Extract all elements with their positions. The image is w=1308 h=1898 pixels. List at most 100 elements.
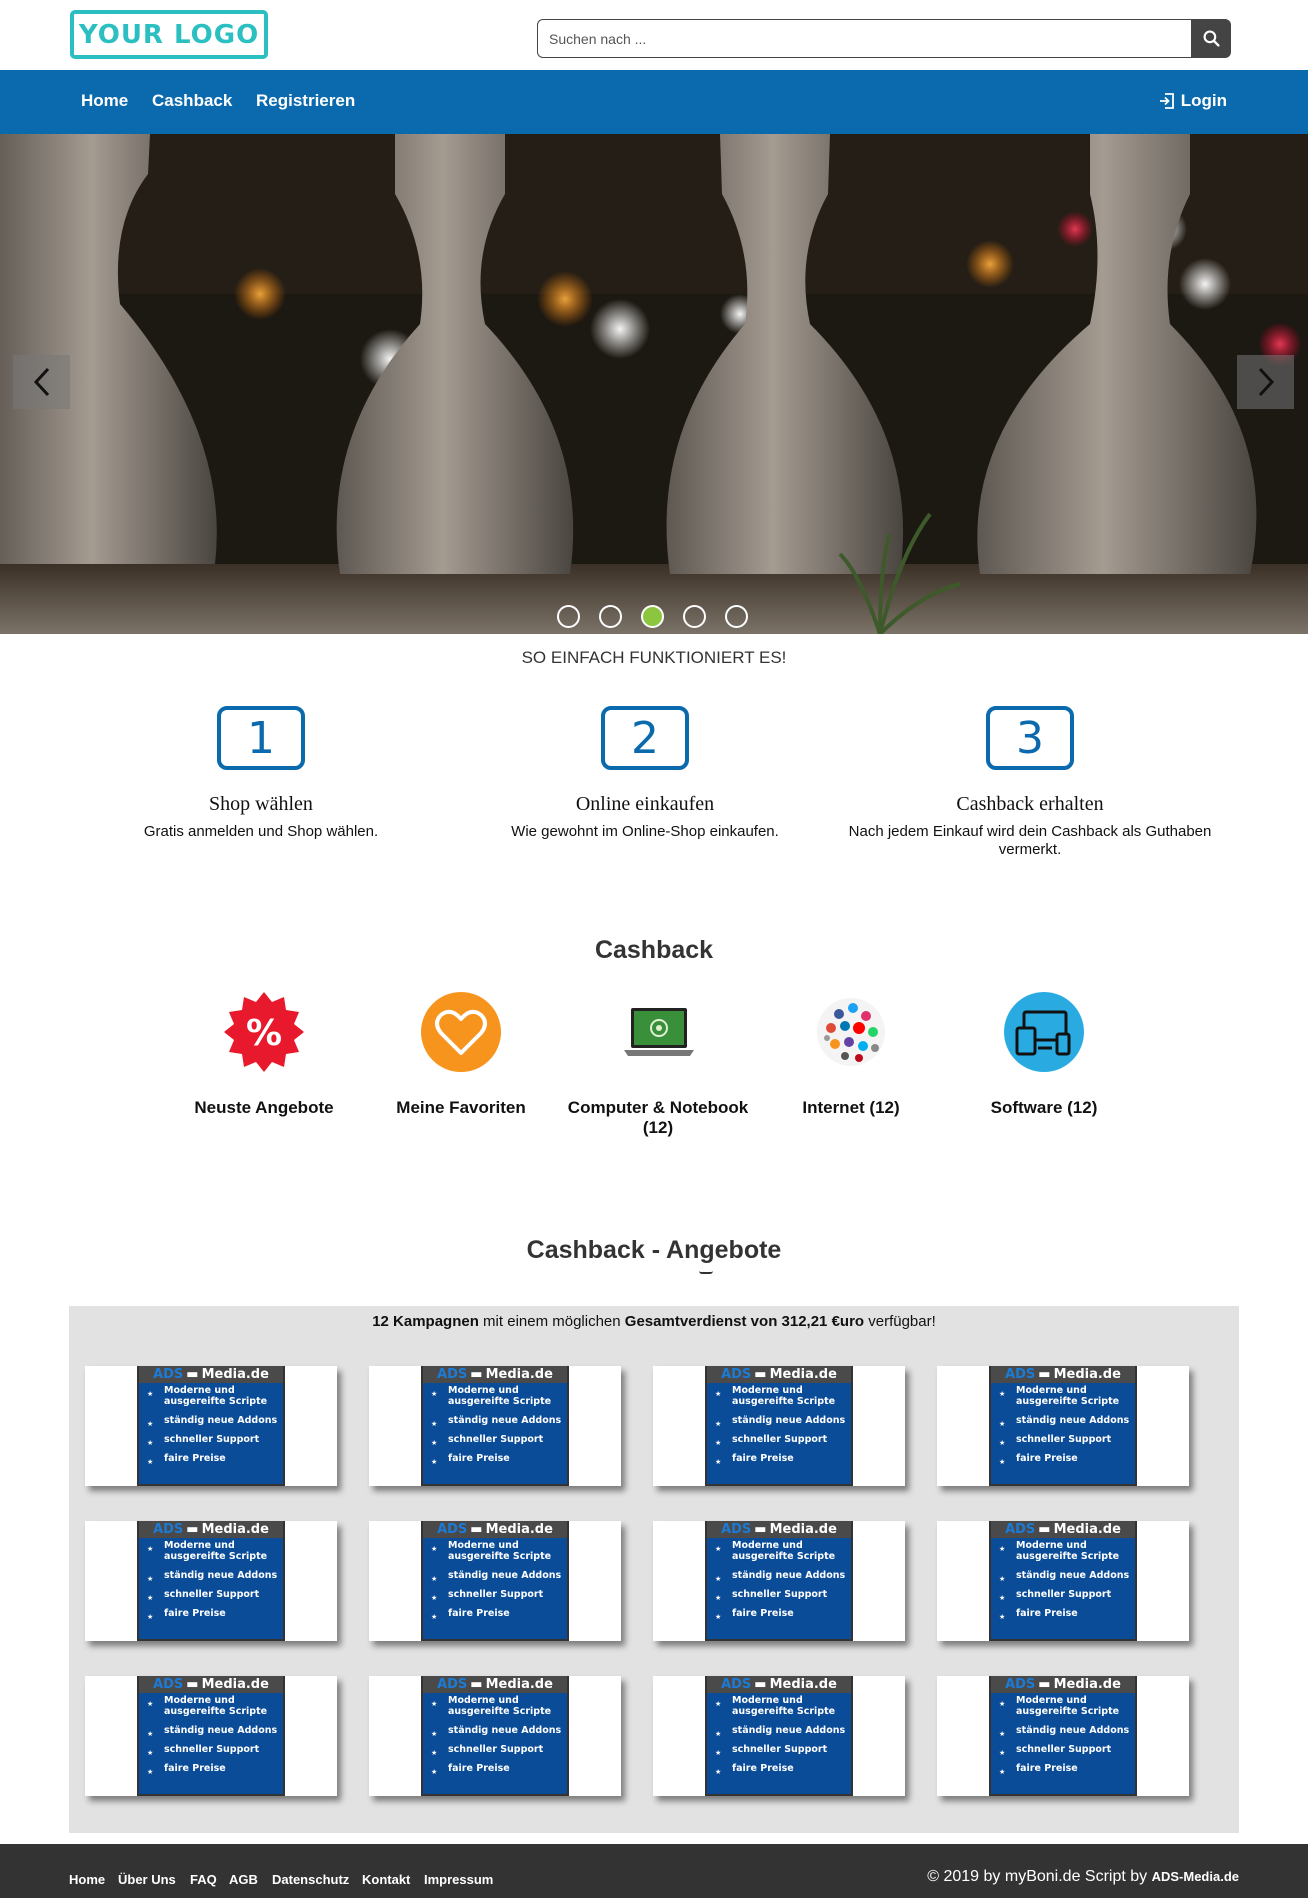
login-icon [1159, 93, 1174, 109]
brand-ads: ADS [721, 1522, 752, 1537]
offer-bullet: schneller Support [712, 1744, 851, 1759]
brand-separator: ▬ [754, 1522, 767, 1537]
brand-rest: Media.de [485, 1677, 553, 1692]
brand-separator: ▬ [1038, 1367, 1051, 1382]
slider-dot-2[interactable] [599, 605, 622, 628]
chevron-left-icon [33, 367, 49, 397]
offer-bullet: schneller Support [144, 1589, 283, 1604]
nav-registrieren[interactable]: Registrieren [256, 70, 355, 132]
slider-dot-4[interactable] [683, 605, 706, 628]
offer-card[interactable]: ADS▬Media.deModerne und ausgereifte Scri… [653, 1521, 905, 1641]
slider-dot-1[interactable] [557, 605, 580, 628]
offer-bullet: schneller Support [712, 1589, 851, 1604]
social-cloud-icon [817, 998, 885, 1066]
offer-card[interactable]: ADS▬Media.deModerne und ausgereifte Scri… [937, 1366, 1189, 1486]
offer-card[interactable]: ADS▬Media.de Moderne und ausgereifte Scri… [653, 1366, 905, 1486]
offer-bullets: Moderne und ausgereifte Scripte ständig n… [707, 1538, 851, 1623]
offer-bullet: faire Preise [712, 1763, 851, 1778]
slider-dot-3[interactable] [641, 605, 664, 628]
search-input[interactable] [537, 19, 1191, 58]
category-internet[interactable]: Internet (12) [751, 990, 951, 1118]
category-neuste-angebote[interactable]: % Neuste Angebote [164, 990, 364, 1118]
offer-banner-brand: ADS ▬ Media.de [991, 1676, 1135, 1693]
footer-link-ueber-uns[interactable]: Über Uns [118, 1872, 176, 1887]
offer-banner-brand: ADS ▬ Media.de [707, 1366, 851, 1383]
offer-banner: ADS▬Media.de Moderne und ausgereifte Scri… [705, 1366, 853, 1486]
laptop-icon [624, 1008, 694, 1056]
footer-link-datenschutz[interactable]: Datenschutz [272, 1872, 349, 1887]
brand-rest: Media.de [201, 1367, 269, 1382]
slider-prev-button[interactable] [13, 355, 70, 409]
offer-bullet: Moderne und ausgereifte Scripte [712, 1385, 851, 1407]
offer-banner-brand: ADS ▬ Media.de [423, 1676, 567, 1693]
footer-link-home[interactable]: Home [69, 1872, 105, 1887]
offers-summary: 12 Kampagnen mit einem möglichen Gesamtv… [69, 1313, 1239, 1330]
step-1: 1 Shop wählen Gratis anmelden und Shop w… [71, 706, 451, 841]
search-button[interactable] [1191, 19, 1231, 58]
category-label: Neuste Angebote [194, 1098, 334, 1117]
offer-card[interactable]: ADS▬Media.deModerne und ausgereifte Scri… [85, 1676, 337, 1796]
offer-banner-brand: ADS ▬ Media.de [139, 1521, 283, 1538]
brand-separator: ▬ [754, 1677, 767, 1692]
brand-separator: ▬ [470, 1677, 483, 1692]
summary-text: mit einem möglichen [478, 1313, 625, 1330]
footer-link-impressum[interactable]: Impressum [424, 1872, 493, 1887]
site-logo[interactable]: YOUR LOGO [70, 10, 268, 59]
slider-dot-5[interactable] [725, 605, 748, 628]
offer-banner: ADS▬Media.deModerne und ausgereifte Scri… [989, 1521, 1137, 1641]
offer-card[interactable]: ADS▬Media.deModerne und ausgereifte Scri… [653, 1676, 905, 1796]
nav-home[interactable]: Home [81, 70, 128, 132]
offer-banner: ADS▬Media.deModerne und ausgereifte Scri… [137, 1676, 285, 1796]
offer-bullet: ständig neue Addons [996, 1415, 1135, 1430]
offer-bullet: ständig neue Addons [428, 1570, 567, 1585]
offer-bullet: schneller Support [712, 1434, 851, 1449]
offer-banner-brand: ADS ▬ Media.de [139, 1366, 283, 1383]
footer-link-faq[interactable]: FAQ [190, 1872, 217, 1887]
offer-banner: ADS▬Media.deModerne und ausgereifte Scri… [705, 1676, 853, 1796]
offer-banner: ADS▬Media.deModerne und ausgereifte Scri… [705, 1521, 853, 1641]
offer-bullet: faire Preise [428, 1763, 567, 1778]
offer-card[interactable]: ADS▬Media.deModerne und ausgereifte Scri… [85, 1521, 337, 1641]
search-icon [1203, 30, 1220, 47]
step-title: Cashback erhalten [956, 793, 1104, 815]
title-divider [699, 1271, 713, 1274]
offer-bullet: faire Preise [712, 1608, 851, 1623]
offer-bullets: Moderne und ausgereifte Scripte ständig n… [139, 1383, 283, 1468]
brand-rest: Media.de [1053, 1367, 1121, 1382]
offer-banner: ADS▬Media.deModerne und ausgereifte Scri… [137, 1521, 285, 1641]
login-button[interactable]: Login [1159, 70, 1227, 132]
offer-banner: ADS▬Media.deModerne und ausgereifte Scri… [137, 1366, 285, 1486]
brand-rest: Media.de [769, 1677, 837, 1692]
category-label: Meine Favoriten [396, 1098, 526, 1117]
offers-panel: 12 Kampagnen mit einem möglichen Gesamtv… [69, 1306, 1239, 1833]
offer-card[interactable]: ADS▬Media.deModerne und ausgereifte Scri… [937, 1676, 1189, 1796]
brand-ads: ADS [437, 1522, 468, 1537]
offer-card[interactable]: ADS▬Media.deModerne und ausgereifte Scri… [369, 1521, 621, 1641]
footer-link-agb[interactable]: AGB [229, 1872, 258, 1887]
category-meine-favoriten[interactable]: Meine Favoriten [361, 990, 561, 1118]
hero-slider[interactable] [0, 134, 1308, 634]
offer-card[interactable]: ADS▬Media.deModerne und ausgereifte Scri… [85, 1366, 337, 1486]
offer-card[interactable]: ADS▬Media.deModerne und ausgereifte Scri… [369, 1676, 621, 1796]
step-2: 2 Online einkaufen Wie gewohnt im Online… [455, 706, 835, 841]
offer-card[interactable]: ADS▬Media.deModerne und ausgereifte Scri… [369, 1366, 621, 1486]
brand-ads: ADS [1005, 1522, 1036, 1537]
category-software[interactable]: Software (12) [944, 990, 1144, 1118]
percent-badge-icon: % [224, 992, 304, 1072]
footer-link-kontakt[interactable]: Kontakt [362, 1872, 410, 1887]
offer-bullet: ständig neue Addons [144, 1570, 283, 1585]
slider-next-button[interactable] [1237, 355, 1294, 409]
offer-bullet: schneller Support [996, 1744, 1135, 1759]
category-label: Internet (12) [802, 1098, 900, 1117]
offer-card[interactable]: ADS▬Media.deModerne und ausgereifte Scri… [937, 1521, 1189, 1641]
cashback-section-title: Cashback [594, 936, 714, 964]
offer-banner: ADS▬Media.deModerne und ausgereifte Scri… [421, 1366, 569, 1486]
offer-bullets: Moderne und ausgereifte Scripte ständig n… [423, 1383, 567, 1468]
offer-bullets: Moderne und ausgereifte Scripte ständig n… [991, 1693, 1135, 1778]
nav-cashback[interactable]: Cashback [152, 70, 232, 132]
offer-banner-brand: ADS ▬ Media.de [707, 1676, 851, 1693]
offer-bullet: Moderne und ausgereifte Scripte [428, 1540, 567, 1562]
heart-icon [421, 992, 501, 1072]
category-computer-notebook[interactable]: Computer & Notebook (12) [558, 990, 758, 1138]
site-header: YOUR LOGO [0, 0, 1308, 70]
